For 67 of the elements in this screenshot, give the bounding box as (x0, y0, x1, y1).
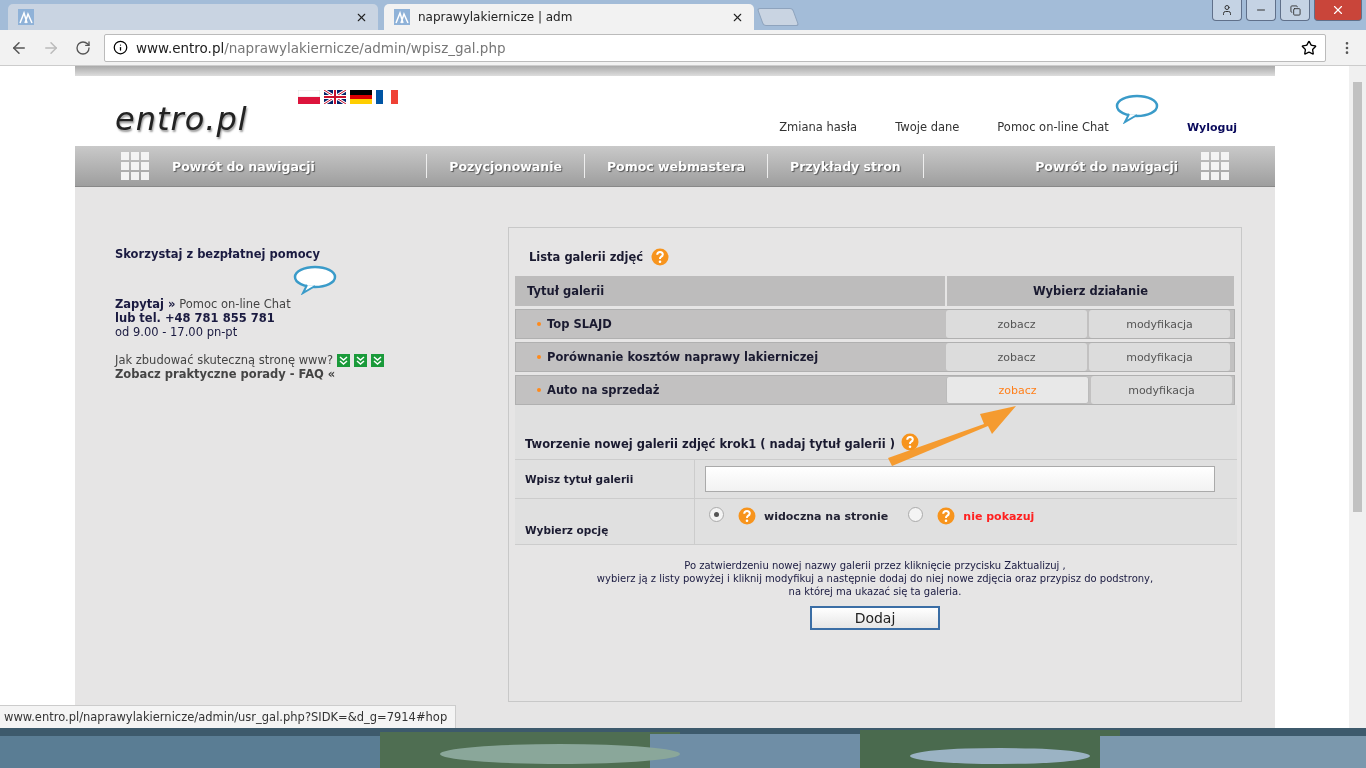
speech-bubble-icon[interactable] (1115, 94, 1159, 124)
column-header: Tytuł galerii (515, 276, 945, 306)
status-url: www.entro.pl/naprawylakiernicze/admin/usr_gal.php?SIDK=&d_g=7914#hop (0, 705, 457, 728)
gallery-title: Porównanie kosztów naprawy lakierniczej (547, 350, 819, 364)
phone-text: lub tel. +48 781 855 781 (115, 311, 276, 325)
header-link[interactable]: Zmiana hasła (779, 120, 858, 134)
question-text: Jak zbudować skuteczną stronę www? (115, 353, 334, 367)
site-logo[interactable]: entro.pl (115, 100, 248, 146)
flag-icon[interactable] (375, 90, 398, 104)
address-bar[interactable]: www.entro.pl/naprawylakiernicze/admin/wpisz_gal.php (104, 33, 1326, 62)
url-text: www.entro.pl/naprawylakiernicze/admin/wpisz_gal.php (136, 39, 506, 56)
option-label: nie pokazuj (963, 510, 1035, 523)
help-icon[interactable] (900, 433, 919, 451)
column-header: Wybierz działanie (947, 276, 1234, 306)
form-heading: Tworzenie nowej galerii zdjęć krok1 ( nadaj tytuł galerii ) (525, 437, 895, 451)
help-title: Skorzystaj z bezpłatnej pomocy (115, 247, 321, 261)
bookmark-star-icon[interactable] (1301, 39, 1317, 56)
add-button[interactable]: Dodaj (810, 606, 940, 630)
reload-icon (75, 39, 91, 56)
header-link[interactable]: Pomoc on-line Chat (997, 120, 1109, 134)
field-label: Wybierz opcję (515, 499, 695, 544)
grid-icon[interactable] (120, 151, 150, 181)
minimize-button[interactable] (1246, 0, 1276, 21)
flag-icon[interactable] (323, 90, 346, 104)
radio-button[interactable] (908, 507, 924, 522)
faq-link[interactable]: Zobacz praktyczne porady - FAQ « (115, 367, 508, 381)
panel-title: Lista galerii zdjęć (529, 250, 644, 264)
site-icon (18, 9, 34, 25)
field-label: Wpisz tytuł galerii (515, 460, 695, 498)
help-icon[interactable] (937, 507, 956, 525)
hours-text: od 9.00 - 17.00 pn-pt (115, 325, 239, 339)
logout-link[interactable]: Wyloguj (1186, 121, 1237, 146)
scrollbar[interactable] (1349, 66, 1366, 728)
gallery-title: Auto na sprzedaż (547, 383, 660, 397)
bullet-icon (537, 355, 541, 359)
close-icon (1331, 3, 1345, 17)
speech-bubble-icon[interactable] (293, 265, 337, 295)
person-icon (1221, 4, 1233, 16)
gallery-title-field[interactable] (705, 466, 1215, 492)
view-link[interactable]: zobacz (946, 310, 1087, 338)
help-icon[interactable] (738, 507, 756, 525)
close-button[interactable] (1314, 0, 1362, 21)
instruction-text: Po zatwierdzeniu nowej nazwy galerii przez kliknięcie przycisku Zaktualizuj , wybierz ją z listy powyżej i kliknij modyfikuj a następnie dodaj do niej nowe zdjęcia oraz przypisz do podstrony, na której ma ukazać się ta galeria. (595, 559, 1155, 598)
view-link[interactable]: zobacz (946, 343, 1087, 371)
option-label: widoczna na stronie (764, 510, 889, 523)
flag-icon[interactable] (349, 90, 372, 104)
gallery-title: Top SLAJD (547, 317, 612, 331)
site-icon (394, 9, 410, 25)
edit-link[interactable]: modyfikacja (1091, 376, 1232, 404)
restore-button[interactable] (1280, 0, 1310, 21)
restore-icon (1289, 4, 1301, 16)
bullet-icon (537, 322, 541, 326)
profile-button[interactable] (1212, 0, 1242, 21)
bullet-icon (537, 388, 541, 392)
edit-link[interactable]: modyfikacja (1089, 310, 1230, 338)
down-arrow-icon[interactable] (371, 353, 385, 367)
edit-link[interactable]: modyfikacja (1089, 343, 1230, 371)
chat-link[interactable]: Zapytaj » Pomoc on-line Chat (115, 297, 508, 311)
new-tab-button[interactable] (756, 8, 800, 26)
help-icon[interactable] (651, 248, 670, 266)
radio-button[interactable] (709, 507, 724, 522)
down-arrow-icon[interactable] (337, 353, 351, 367)
browser-tab[interactable]: naprawylakiernicze | adm (384, 4, 754, 30)
header-link[interactable]: Twoje dane (895, 120, 960, 134)
grid-icon[interactable] (1200, 151, 1230, 181)
info-icon[interactable] (113, 40, 128, 55)
down-arrow-icon[interactable] (354, 353, 368, 367)
